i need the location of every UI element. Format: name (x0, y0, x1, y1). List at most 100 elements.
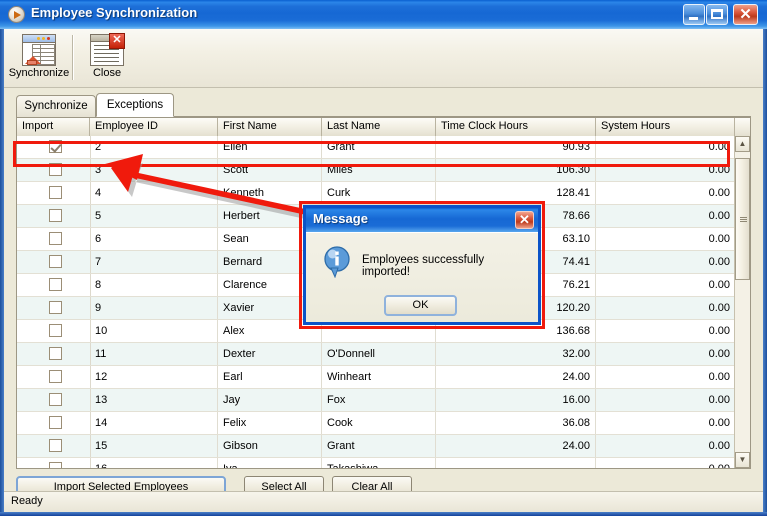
close-window-icon: ✕ (90, 33, 125, 66)
import-checkbox[interactable] (49, 232, 62, 245)
import-checkbox[interactable] (49, 393, 62, 406)
table-cell-first: Dexter (218, 343, 322, 365)
table-cell-system: 0.00 (708, 164, 730, 176)
import-checkbox[interactable] (49, 347, 62, 360)
close-button[interactable]: ✕ (733, 4, 758, 25)
table-cell-clock: 32.00 (436, 343, 596, 365)
window-frame-right (763, 0, 767, 516)
synchronize-icon (22, 34, 56, 66)
column-separator (90, 159, 91, 181)
table-cell-first: Scott (218, 159, 322, 181)
table-cell-id: 8 (90, 274, 218, 296)
table-row[interactable]: 16IyaTakashiwa 0.00 (17, 458, 734, 468)
table-cell-id: 5 (90, 205, 218, 227)
import-checkbox[interactable] (49, 140, 62, 153)
import-checkbox[interactable] (49, 186, 62, 199)
column-separator (90, 297, 91, 319)
table-cell-system: 0.00 (708, 325, 730, 337)
table-cell-first: Gibson (218, 435, 322, 457)
grid-column-header[interactable]: Time Clock Hours (436, 118, 596, 136)
table-cell-system: 0.00 (708, 302, 730, 314)
toolbar-close-label: Close (92, 67, 122, 79)
grid-column-header[interactable]: System Hours (596, 118, 735, 136)
toolbar: Synchronize ✕ Close (4, 29, 763, 88)
table-cell-system: 0.00 (708, 394, 730, 406)
table-row[interactable]: 11 Dexter O'Donnell 32.00 0.00 (17, 343, 734, 366)
dialog-ok-button[interactable]: OK (384, 295, 457, 316)
table-cell-id: 13 (90, 389, 218, 411)
play-circle-icon (8, 6, 25, 23)
message-dialog-wrapper: Message ✕ Employees successfully importe… (299, 201, 545, 329)
table-cell-system: 0.00 (708, 187, 730, 199)
column-separator (90, 182, 91, 204)
table-cell-id: 16 (90, 458, 218, 468)
dialog-body: Employees successfully imported! OK (306, 232, 538, 322)
table-cell-system: 0.00 (708, 417, 730, 429)
table-row[interactable]: 15 Gibson Grant 24.00 0.00 (17, 435, 734, 458)
table-row[interactable]: 14 Felix Cook 36.08 0.00 (17, 412, 734, 435)
import-checkbox[interactable] (49, 370, 62, 383)
grid-header-row: Import Employee ID First Name Last Name Time… (17, 118, 750, 137)
import-checkbox[interactable] (49, 209, 62, 222)
table-row[interactable]: 13 Jay Fox 16.00 0.00 (17, 389, 734, 412)
grid-column-header[interactable]: First Name (218, 118, 322, 136)
title-bar: Employee Synchronization ✕ (0, 0, 767, 29)
info-icon (324, 246, 350, 278)
table-cell-first: Jay (218, 389, 322, 411)
table-cell-system: 0.00 (596, 458, 734, 468)
table-cell-last: O'Donnell (322, 343, 436, 365)
table-row[interactable]: 3 Scott Miles 106.30 0.00 (17, 159, 734, 182)
table-cell-id: 15 (90, 435, 218, 457)
table-cell-system: 0.00 (708, 348, 730, 360)
dialog-close-button[interactable]: ✕ (515, 211, 534, 229)
tab-strip: Synchronize Exceptions (16, 93, 751, 117)
grid-column-header[interactable]: Employee ID (90, 118, 218, 136)
scroll-down-button[interactable]: ▼ (735, 452, 750, 468)
close-icon: ✕ (739, 6, 752, 23)
table-cell-last: Miles (322, 159, 436, 181)
scroll-up-button[interactable]: ▲ (735, 136, 750, 152)
maximize-button[interactable] (706, 4, 728, 25)
table-cell-id: 12 (90, 366, 218, 388)
minimize-button[interactable] (683, 4, 705, 25)
import-checkbox[interactable] (49, 462, 62, 468)
dialog-title-bar: Message ✕ (306, 208, 538, 232)
import-checkbox[interactable] (49, 301, 62, 314)
table-cell-last: Fox (322, 389, 436, 411)
import-checkbox[interactable] (49, 324, 62, 337)
tab-synchronize[interactable]: Synchronize (16, 95, 96, 117)
table-cell-id: 6 (90, 228, 218, 250)
table-cell-last: Grant (322, 136, 436, 158)
table-row[interactable]: 2 Ellen Grant 90.93 0.00 (17, 136, 734, 159)
message-dialog: Message ✕ Employees successfully importe… (303, 205, 541, 325)
toolbar-close-button[interactable]: ✕ Close (76, 32, 138, 85)
column-separator (90, 458, 91, 468)
toolbar-separator (72, 35, 74, 80)
column-separator (90, 389, 91, 411)
column-separator (90, 366, 91, 388)
table-row[interactable]: 12 Earl Winheart 24.00 0.00 (17, 366, 734, 389)
table-cell-system: 0.00 (708, 371, 730, 383)
table-cell-id: 3 (90, 159, 218, 181)
scrollbar-thumb[interactable] (735, 158, 750, 280)
import-checkbox[interactable] (49, 416, 62, 429)
table-cell-first: Ellen (218, 136, 322, 158)
grid-column-header[interactable]: Import (17, 118, 90, 136)
import-checkbox[interactable] (49, 163, 62, 176)
table-cell-last: Cook (322, 412, 436, 434)
table-cell-system: 0.00 (708, 233, 730, 245)
table-cell-clock (436, 458, 596, 468)
vertical-scrollbar[interactable]: ▲ ▼ (734, 136, 750, 468)
status-text: Ready (11, 495, 43, 507)
column-separator (90, 343, 91, 365)
import-checkbox[interactable] (49, 278, 62, 291)
table-cell-system: 0.00 (708, 279, 730, 291)
column-separator (90, 205, 91, 227)
toolbar-synchronize-button[interactable]: Synchronize (8, 32, 70, 85)
column-separator (90, 435, 91, 457)
tab-exceptions[interactable]: Exceptions (96, 93, 174, 117)
grid-column-header[interactable]: Last Name (322, 118, 436, 136)
import-checkbox[interactable] (49, 439, 62, 452)
table-cell-id: 9 (90, 297, 218, 319)
import-checkbox[interactable] (49, 255, 62, 268)
